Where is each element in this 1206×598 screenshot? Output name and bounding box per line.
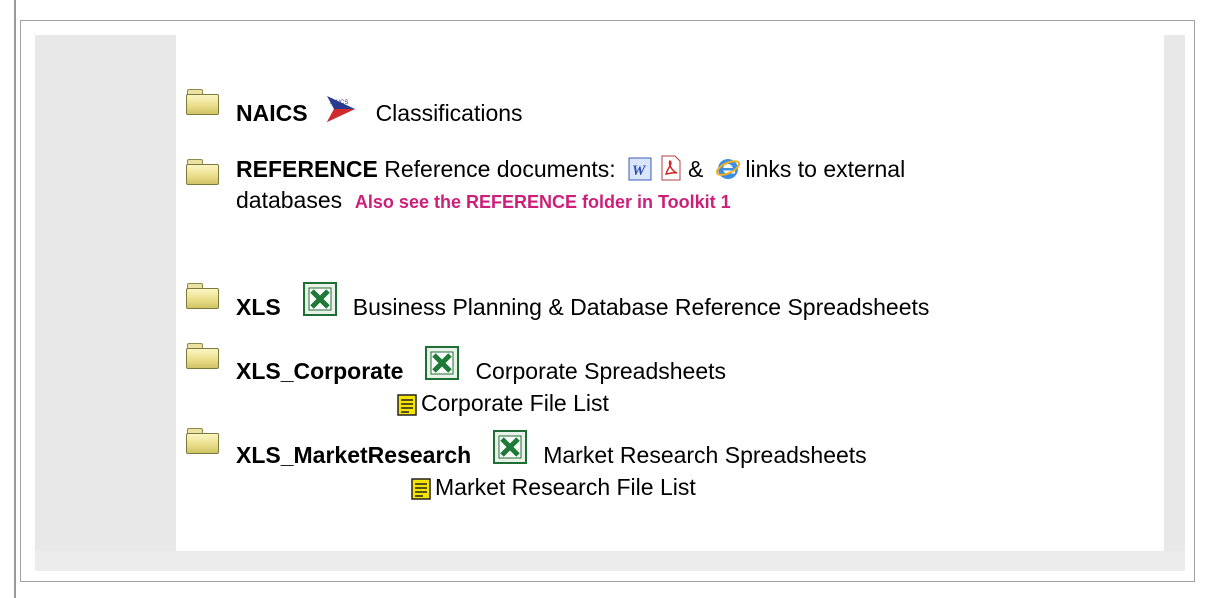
folder-name-xls-marketresearch[interactable]: XLS_MarketResearch [236, 442, 471, 468]
folder-description-xls: Business Planning & Database Reference S… [352, 294, 930, 320]
word-doc-icon: W [628, 156, 652, 181]
text-file-icon [397, 391, 417, 416]
folder-icon [186, 89, 219, 115]
folder-description-xls-corporate: Corporate Spreadsheets [475, 358, 727, 384]
folder-list: NAICS NAICS Classifications REFERENCE Refe… [176, 35, 1164, 551]
left-border-line [14, 0, 16, 598]
folder-name-reference[interactable]: REFERENCE [236, 156, 378, 182]
folder-name-naics[interactable]: NAICS [236, 100, 308, 126]
bottom-grey-bar [35, 551, 1185, 571]
folder-icon [186, 428, 219, 454]
databases-text: databases [236, 187, 343, 213]
reference-note[interactable]: Also see the REFERENCE folder in Toolkit… [355, 192, 731, 212]
market-research-file-list-link[interactable]: Market Research File List [435, 474, 696, 500]
folder-name-xls-corporate[interactable]: XLS_Corporate [236, 358, 403, 384]
excel-icon [425, 345, 460, 380]
folder-icon [186, 343, 219, 369]
internet-explorer-icon [715, 155, 741, 181]
corporate-file-list-link[interactable]: Corporate File List [421, 390, 609, 416]
svg-text:NAICS: NAICS [330, 100, 348, 106]
ampersand-text: & [688, 156, 704, 182]
links-text: links to external [745, 156, 906, 182]
svg-text:W: W [632, 163, 647, 179]
folder-description-reference: Reference documents: [384, 156, 616, 182]
folder-description-naics: Classifications [375, 100, 523, 126]
folder-icon [186, 159, 219, 185]
excel-icon [302, 281, 337, 316]
folder-name-xls[interactable]: XLS [236, 294, 281, 320]
pdf-icon [660, 155, 682, 181]
text-file-icon [411, 475, 431, 500]
excel-icon [493, 429, 528, 464]
folder-description-xls-marketresearch: Market Research Spreadsheets [543, 442, 867, 468]
folder-icon [186, 283, 219, 309]
naics-logo-icon: NAICS [324, 94, 358, 124]
